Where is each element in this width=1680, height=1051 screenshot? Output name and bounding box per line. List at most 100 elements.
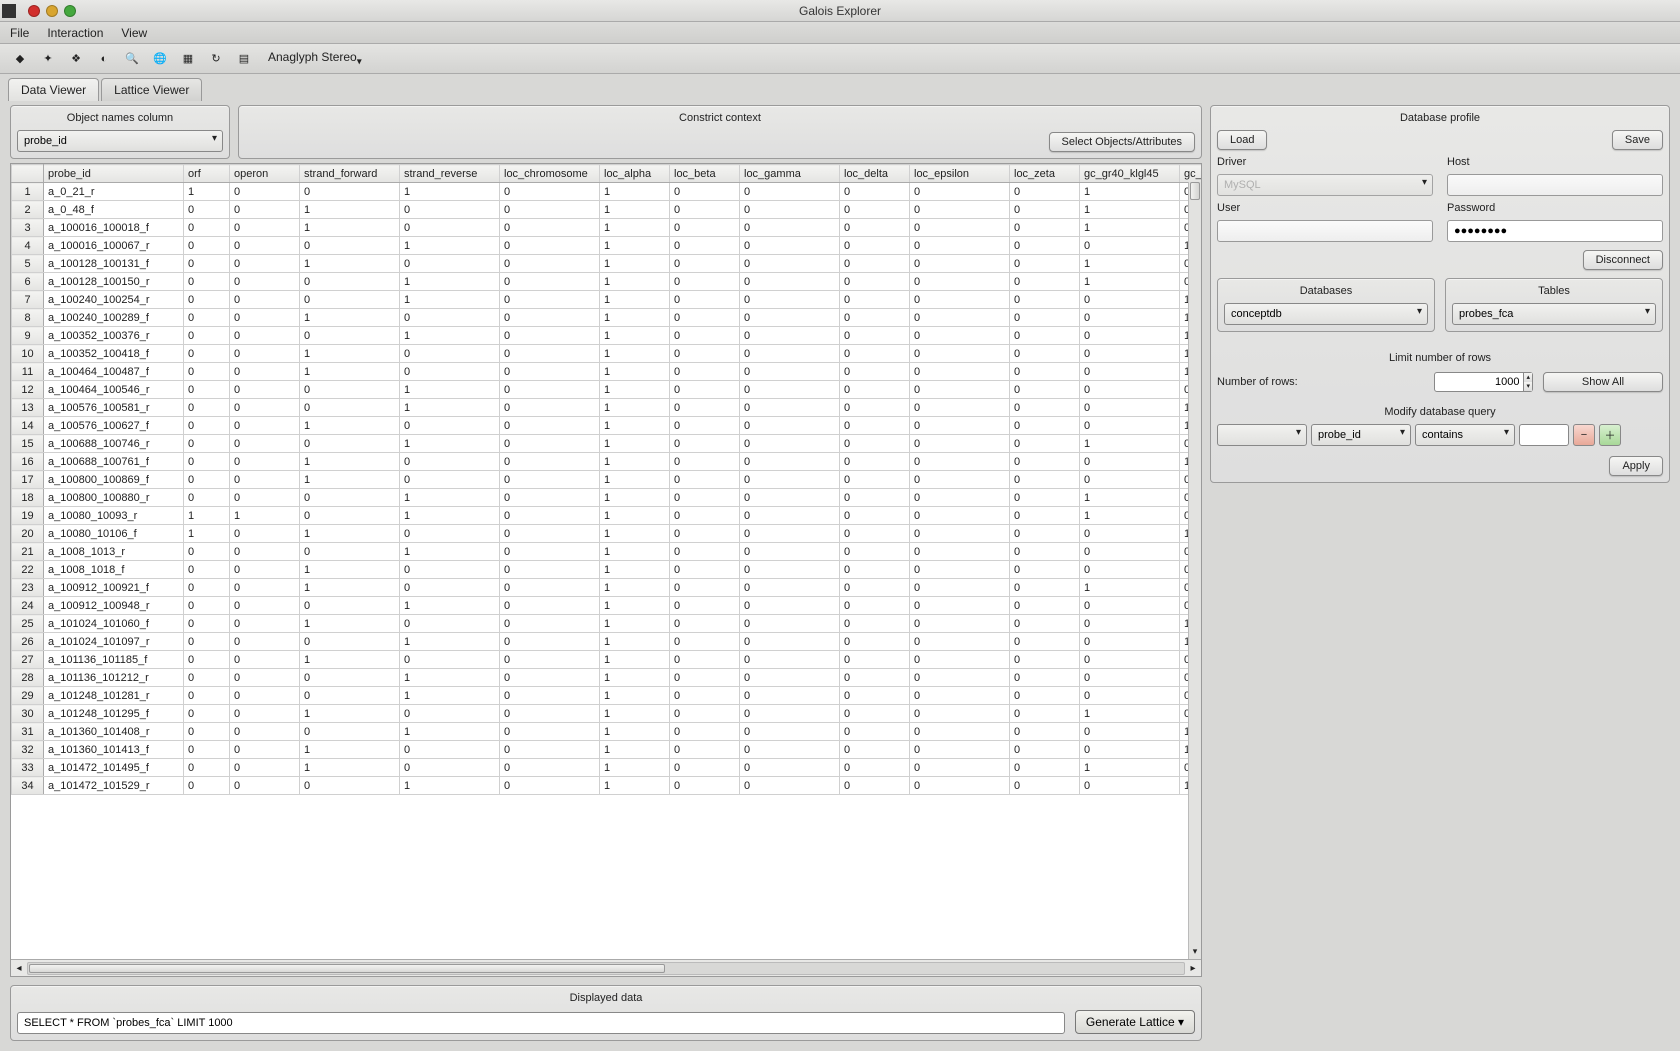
table-cell[interactable]: 0 (840, 183, 910, 201)
table-cell[interactable]: 0 (740, 651, 840, 669)
table-cell[interactable]: a_100240_100254_r (44, 291, 184, 309)
table-cell[interactable]: 0 (740, 453, 840, 471)
table-cell[interactable]: 0 (1010, 471, 1080, 489)
object-names-select[interactable]: probe_id (17, 130, 223, 152)
table-cell[interactable]: 1 (400, 687, 500, 705)
table-cell[interactable]: 0 (184, 399, 230, 417)
table-cell[interactable]: 0 (184, 597, 230, 615)
table-cell[interactable]: 0 (1010, 525, 1080, 543)
table-cell[interactable]: 0 (500, 417, 600, 435)
table-cell[interactable]: 0 (300, 507, 400, 525)
table-cell[interactable]: 0 (230, 471, 300, 489)
table-row[interactable]: 27a_101136_101185_f00100100000001 (12, 651, 1202, 669)
table-cell[interactable]: 0 (910, 777, 1010, 795)
table-cell[interactable]: 0 (500, 399, 600, 417)
table-cell[interactable]: 0 (300, 291, 400, 309)
table-cell[interactable]: 0 (400, 651, 500, 669)
table-cell[interactable]: 0 (500, 705, 600, 723)
table-cell[interactable]: 0 (840, 597, 910, 615)
table-cell[interactable]: 0 (740, 579, 840, 597)
table-cell[interactable]: 0 (400, 417, 500, 435)
table-cell[interactable]: 0 (1010, 417, 1080, 435)
table-cell[interactable]: 0 (184, 777, 230, 795)
table-cell[interactable]: 1 (600, 435, 670, 453)
table-cell[interactable]: 0 (670, 471, 740, 489)
table-cell[interactable]: 0 (500, 777, 600, 795)
table-cell[interactable]: 0 (1010, 597, 1080, 615)
table-cell[interactable]: 0 (184, 723, 230, 741)
table-cell[interactable]: 0 (1010, 363, 1080, 381)
table-row[interactable]: 9a_100352_100376_r00010100000010 (12, 327, 1202, 345)
table-cell[interactable]: 0 (1080, 741, 1180, 759)
table-cell[interactable]: 0 (400, 345, 500, 363)
tab-lattice-viewer[interactable]: Lattice Viewer (101, 78, 202, 101)
table-row[interactable]: 4a_100016_100067_r00010100000010 (12, 237, 1202, 255)
table-cell[interactable]: 0 (840, 453, 910, 471)
table-cell[interactable]: 0 (910, 489, 1010, 507)
table-cell[interactable]: 0 (840, 543, 910, 561)
table-cell[interactable]: a_101248_101281_r (44, 687, 184, 705)
table-cell[interactable]: a_101472_101495_f (44, 759, 184, 777)
table-cell[interactable]: a_100688_100746_r (44, 435, 184, 453)
add-condition-button[interactable]: ＋ (1599, 424, 1621, 446)
table-cell[interactable]: 1 (1080, 219, 1180, 237)
table-cell[interactable]: 1 (400, 291, 500, 309)
table-cell[interactable]: 1 (1080, 507, 1180, 525)
table-cell[interactable]: 0 (1010, 561, 1080, 579)
table-cell[interactable]: 1 (600, 777, 670, 795)
table-cell[interactable]: 0 (230, 543, 300, 561)
scroll-left-icon[interactable]: ◂ (11, 963, 27, 974)
table-cell[interactable]: 0 (500, 687, 600, 705)
column-header[interactable]: gc_gr45_klgl50 (1180, 165, 1202, 183)
table-cell[interactable]: 0 (670, 309, 740, 327)
table-row[interactable]: 33a_101472_101495_f00100100000100 (12, 759, 1202, 777)
table-cell[interactable]: 1 (400, 327, 500, 345)
table-cell[interactable]: 1 (300, 471, 400, 489)
table-cell[interactable]: 0 (1010, 183, 1080, 201)
table-cell[interactable]: 0 (230, 219, 300, 237)
table-cell[interactable]: 1 (600, 705, 670, 723)
table-row[interactable]: 6a_100128_100150_r00010100000100 (12, 273, 1202, 291)
table-cell[interactable]: 1 (300, 453, 400, 471)
column-header[interactable]: operon (230, 165, 300, 183)
table-cell[interactable]: 0 (670, 219, 740, 237)
table-cell[interactable]: 0 (1010, 579, 1080, 597)
table-cell[interactable]: 0 (740, 561, 840, 579)
table-cell[interactable]: 0 (740, 309, 840, 327)
table-cell[interactable]: 1 (400, 489, 500, 507)
refresh-icon[interactable]: ↻ (206, 49, 226, 69)
table-cell[interactable]: 0 (230, 435, 300, 453)
table-cell[interactable]: 0 (910, 471, 1010, 489)
column-header[interactable]: probe_id (44, 165, 184, 183)
table-cell[interactable]: 0 (910, 741, 1010, 759)
table-cell[interactable]: 0 (1010, 273, 1080, 291)
table-cell[interactable]: 0 (184, 471, 230, 489)
table-cell[interactable]: 0 (740, 291, 840, 309)
table-cell[interactable]: 0 (400, 471, 500, 489)
table-cell[interactable]: 1 (600, 471, 670, 489)
rows-input[interactable] (1434, 372, 1524, 392)
table-cell[interactable]: 0 (1080, 615, 1180, 633)
table-cell[interactable]: 0 (670, 597, 740, 615)
table-cell[interactable]: 1 (1080, 705, 1180, 723)
disconnect-button[interactable]: Disconnect (1583, 250, 1663, 270)
table-cell[interactable]: 0 (670, 237, 740, 255)
table-cell[interactable]: 0 (300, 543, 400, 561)
table-cell[interactable]: 0 (670, 345, 740, 363)
table-cell[interactable]: 0 (230, 453, 300, 471)
table-cell[interactable]: 1 (400, 723, 500, 741)
table-cell[interactable]: 0 (670, 291, 740, 309)
table-row[interactable]: 17a_100800_100869_f00100100000001 (12, 471, 1202, 489)
table-cell[interactable]: 1 (400, 777, 500, 795)
table-cell[interactable]: 1 (600, 453, 670, 471)
table-cell[interactable]: 0 (1010, 651, 1080, 669)
table-cell[interactable]: 0 (910, 633, 1010, 651)
table-cell[interactable]: 0 (230, 489, 300, 507)
table-cell[interactable]: 1 (400, 597, 500, 615)
table-cell[interactable]: 0 (184, 201, 230, 219)
table-cell[interactable]: 0 (910, 597, 1010, 615)
table-cell[interactable]: 0 (230, 183, 300, 201)
table-cell[interactable]: 0 (910, 183, 1010, 201)
table-cell[interactable]: 0 (840, 687, 910, 705)
table-cell[interactable]: 0 (500, 597, 600, 615)
